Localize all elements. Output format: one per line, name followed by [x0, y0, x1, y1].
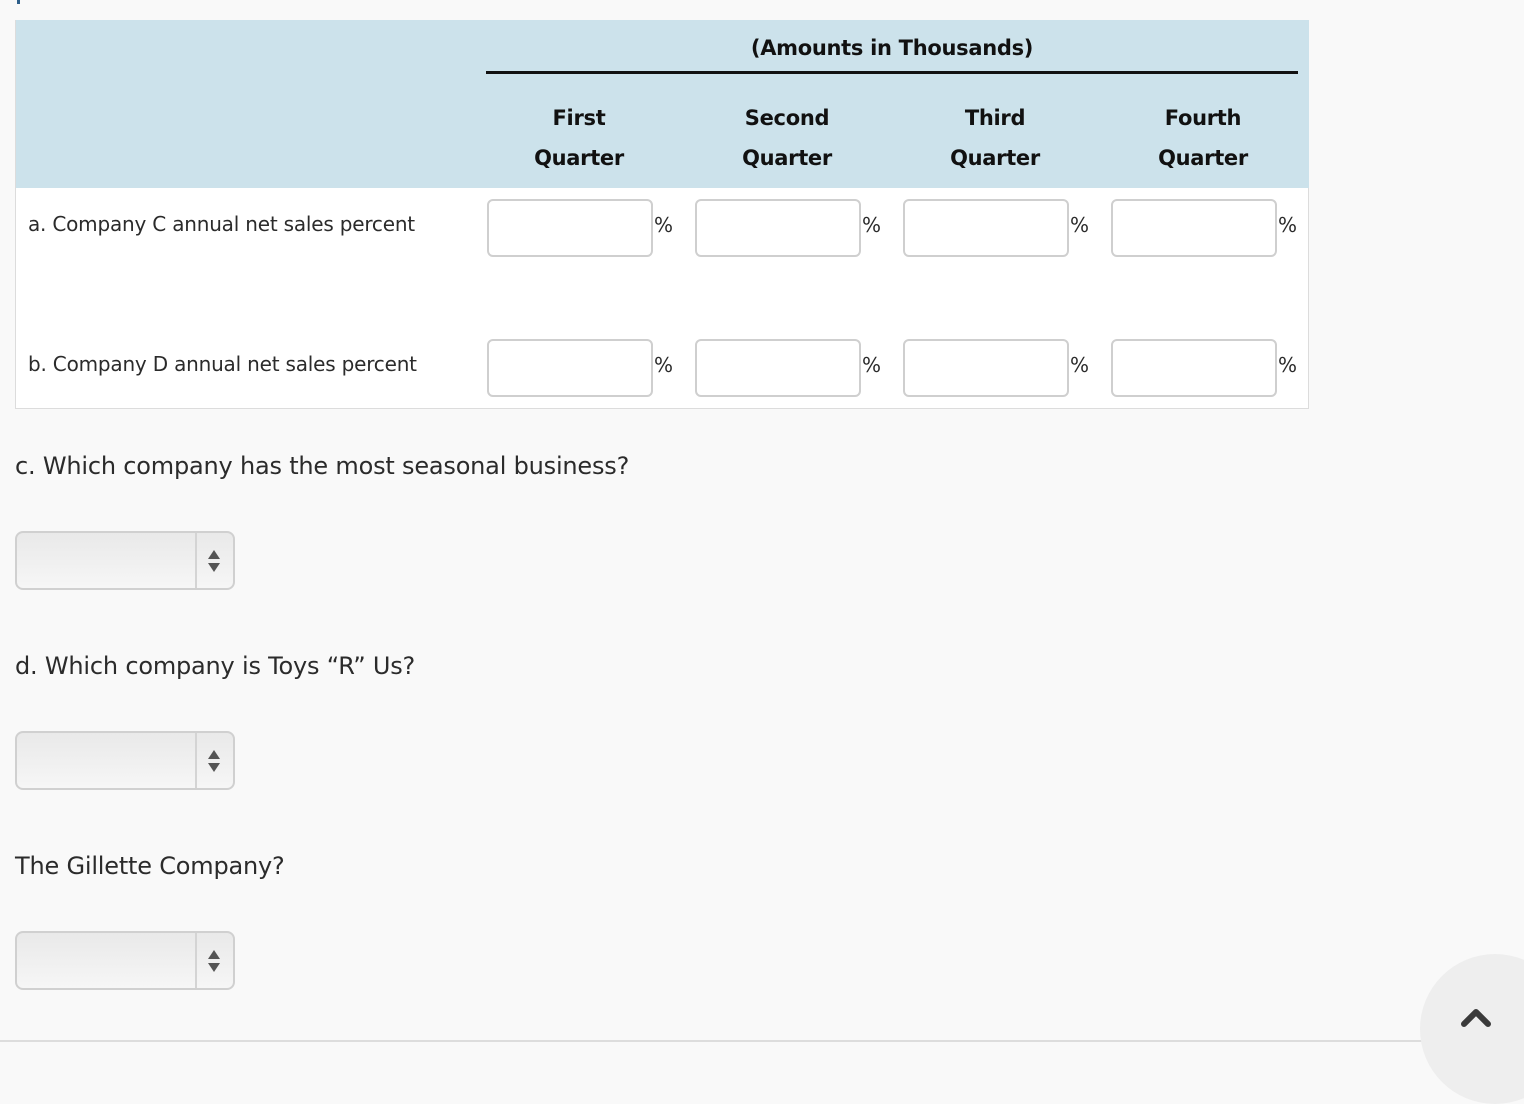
company-d-q3-input[interactable] — [903, 339, 1069, 397]
percent-unit: % — [1278, 353, 1298, 377]
company-c-q1-input[interactable] — [487, 199, 653, 257]
percent-unit: % — [1070, 213, 1090, 237]
most-seasonal-select[interactable] — [15, 531, 235, 590]
percent-unit: % — [1278, 213, 1298, 237]
toys-r-us-select[interactable] — [15, 731, 235, 790]
up-down-arrows-icon — [208, 750, 220, 772]
select-divider — [195, 733, 197, 788]
company-d-q2-input[interactable] — [695, 339, 861, 397]
chevron-up-icon — [1461, 1009, 1491, 1027]
row-label-company-c: a. Company C annual net sales percent — [28, 212, 415, 236]
up-down-arrows-icon — [208, 550, 220, 572]
up-down-arrows-icon — [208, 950, 220, 972]
percent-unit: % — [654, 213, 674, 237]
column-header-third-quarter: Third Quarter — [950, 106, 1040, 170]
question-d-label: d. Which company is Toys “R” Us? — [15, 652, 416, 680]
company-c-q3-input[interactable] — [903, 199, 1069, 257]
percent-unit: % — [654, 353, 674, 377]
question-c-label: c. Which company has the most seasonal b… — [15, 452, 630, 480]
company-c-q4-input[interactable] — [1111, 199, 1277, 257]
percent-unit: % — [1070, 353, 1090, 377]
gillette-select[interactable] — [15, 931, 235, 990]
column-header-fourth-quarter: Fourth Quarter — [1158, 106, 1248, 170]
percent-unit: % — [862, 353, 882, 377]
table-header: (Amounts in Thousands) First Quarter Sec… — [16, 20, 1309, 188]
column-header-first-quarter: First Quarter — [534, 106, 624, 170]
select-divider — [195, 933, 197, 988]
row-label-company-d: b. Company D annual net sales percent — [28, 352, 417, 376]
column-header-second-quarter: Second Quarter — [742, 106, 832, 170]
net-sales-table: (Amounts in Thousands) First Quarter Sec… — [15, 20, 1309, 409]
scroll-to-top-button[interactable] — [1420, 954, 1524, 1104]
company-d-q4-input[interactable] — [1111, 339, 1277, 397]
header-rule — [486, 71, 1298, 74]
question-gillette-label: The Gillette Company? — [15, 852, 285, 880]
company-d-q1-input[interactable] — [487, 339, 653, 397]
company-c-q2-input[interactable] — [695, 199, 861, 257]
percent-unit: % — [862, 213, 882, 237]
select-divider — [195, 533, 197, 588]
bottom-divider — [0, 1040, 1524, 1042]
amounts-header: (Amounts in Thousands) — [750, 36, 1034, 60]
page-marker — [17, 0, 20, 4]
